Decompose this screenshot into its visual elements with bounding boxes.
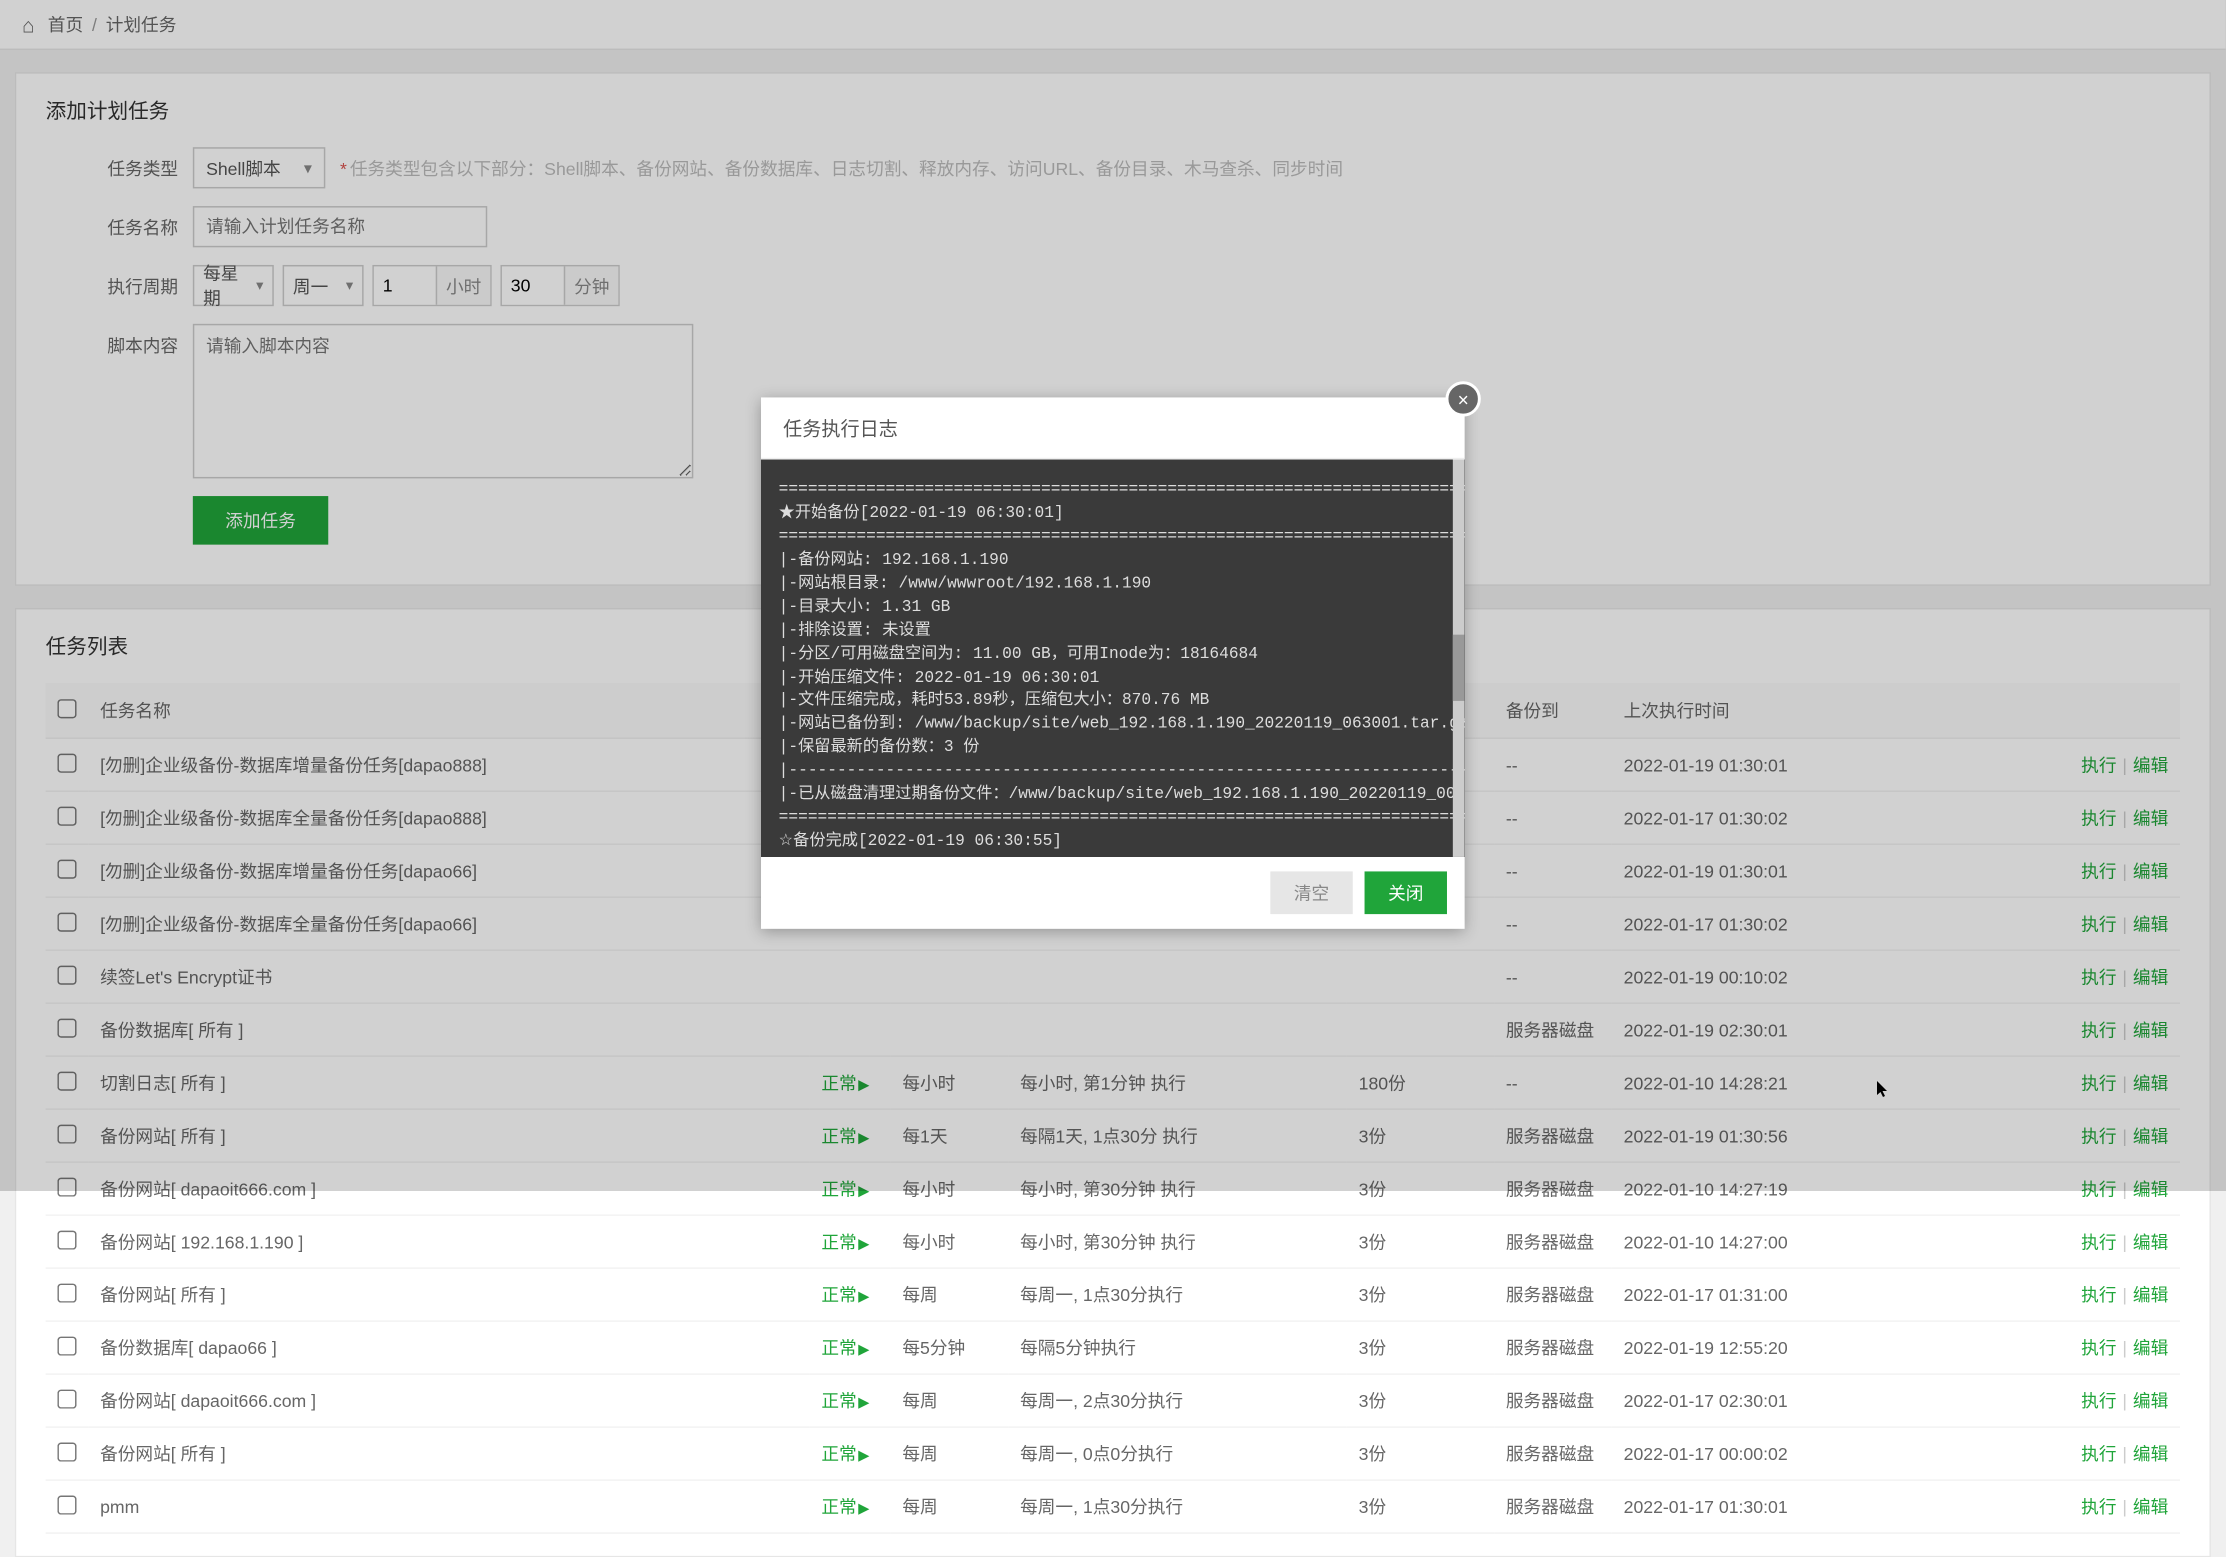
row-cycle: 每周 (891, 1480, 1009, 1533)
clear-log-button[interactable]: 清空 (1270, 871, 1352, 914)
row-checkbox[interactable] (57, 1230, 76, 1249)
row-status[interactable]: 正常 (810, 1215, 891, 1268)
edit-link[interactable]: 编辑 (2133, 1285, 2168, 1306)
row-backup-to: 服务器磁盘 (1494, 1321, 1612, 1374)
close-modal-button[interactable]: 关闭 (1365, 871, 1447, 914)
exec-link[interactable]: 执行 (2081, 1497, 2116, 1518)
row-status[interactable]: 正常 (810, 1374, 891, 1427)
table-row: 备份网站[ 所有 ]正常每周每周一, 0点0分执行3份服务器磁盘2022-01-… (46, 1427, 2180, 1480)
table-row: 备份网站[ 所有 ]正常每周每周一, 1点30分执行3份服务器磁盘2022-01… (46, 1268, 2180, 1321)
row-name: 备份网站[ 192.168.1.190 ] (88, 1215, 809, 1268)
row-actions: 执行|编辑 (1969, 1374, 2180, 1427)
row-keep: 3份 (1347, 1427, 1494, 1480)
row-last-exec: 2022-01-17 02:30:01 (1612, 1374, 1969, 1427)
row-last-exec: 2022-01-17 01:30:01 (1612, 1480, 1969, 1533)
row-keep: 3份 (1347, 1321, 1494, 1374)
row-keep: 3份 (1347, 1480, 1494, 1533)
row-last-exec: 2022-01-10 14:27:00 (1612, 1215, 1969, 1268)
table-row: pmm正常每周每周一, 1点30分执行3份服务器磁盘2022-01-17 01:… (46, 1480, 2180, 1533)
row-cycle: 每周 (891, 1268, 1009, 1321)
row-cycle: 每周 (891, 1427, 1009, 1480)
row-checkbox[interactable] (57, 1495, 76, 1514)
row-actions: 执行|编辑 (1969, 1215, 2180, 1268)
row-backup-to: 服务器磁盘 (1494, 1480, 1612, 1533)
row-cycle-desc: 每周一, 1点30分执行 (1008, 1480, 1347, 1533)
row-status[interactable]: 正常 (810, 1321, 891, 1374)
row-status[interactable]: 正常 (810, 1427, 891, 1480)
row-name: 备份数据库[ dapao66 ] (88, 1321, 809, 1374)
row-name: 备份网站[ 所有 ] (88, 1268, 809, 1321)
row-actions: 执行|编辑 (1969, 1480, 2180, 1533)
row-cycle: 每周 (891, 1374, 1009, 1427)
edit-link[interactable]: 编辑 (2133, 1444, 2168, 1465)
row-checkbox[interactable] (57, 1336, 76, 1355)
table-row: 备份数据库[ dapao66 ]正常每5分钟每隔5分钟执行3份服务器磁盘2022… (46, 1321, 2180, 1374)
exec-link[interactable]: 执行 (2081, 1444, 2116, 1465)
row-actions: 执行|编辑 (1969, 1321, 2180, 1374)
row-actions: 执行|编辑 (1969, 1427, 2180, 1480)
row-cycle-desc: 每周一, 2点30分执行 (1008, 1374, 1347, 1427)
edit-link[interactable]: 编辑 (2133, 1497, 2168, 1518)
row-checkbox[interactable] (57, 1283, 76, 1302)
row-status[interactable]: 正常 (810, 1268, 891, 1321)
exec-link[interactable]: 执行 (2081, 1232, 2116, 1253)
exec-link[interactable]: 执行 (2081, 1338, 2116, 1359)
row-checkbox[interactable] (57, 1389, 76, 1408)
row-last-exec: 2022-01-17 00:00:02 (1612, 1427, 1969, 1480)
edit-link[interactable]: 编辑 (2133, 1391, 2168, 1412)
log-content: ========================================… (761, 459, 1465, 856)
row-keep: 3份 (1347, 1215, 1494, 1268)
row-status[interactable]: 正常 (810, 1480, 891, 1533)
modal-title: 任务执行日志 (761, 397, 1465, 459)
row-name: 备份网站[ dapaoit666.com ] (88, 1374, 809, 1427)
row-cycle-desc: 每周一, 0点0分执行 (1008, 1427, 1347, 1480)
row-last-exec: 2022-01-17 01:31:00 (1612, 1268, 1969, 1321)
row-cycle-desc: 每隔5分钟执行 (1008, 1321, 1347, 1374)
row-cycle: 每小时 (891, 1215, 1009, 1268)
exec-link[interactable]: 执行 (2081, 1285, 2116, 1306)
row-keep: 3份 (1347, 1374, 1494, 1427)
edit-link[interactable]: 编辑 (2133, 1232, 2168, 1253)
row-actions: 执行|编辑 (1969, 1268, 2180, 1321)
exec-link[interactable]: 执行 (2081, 1391, 2116, 1412)
row-checkbox[interactable] (57, 1442, 76, 1461)
row-backup-to: 服务器磁盘 (1494, 1268, 1612, 1321)
log-modal: × 任务执行日志 ===============================… (761, 397, 1465, 928)
log-scrollbar[interactable] (1453, 459, 1465, 856)
table-row: 备份网站[ dapaoit666.com ]正常每周每周一, 2点30分执行3份… (46, 1374, 2180, 1427)
row-keep: 3份 (1347, 1268, 1494, 1321)
row-cycle-desc: 每小时, 第30分钟 执行 (1008, 1215, 1347, 1268)
row-name: pmm (88, 1480, 809, 1533)
row-cycle-desc: 每周一, 1点30分执行 (1008, 1268, 1347, 1321)
modal-close-button[interactable]: × (1446, 381, 1481, 416)
row-cycle: 每5分钟 (891, 1321, 1009, 1374)
row-backup-to: 服务器磁盘 (1494, 1427, 1612, 1480)
table-row: 备份网站[ 192.168.1.190 ]正常每小时每小时, 第30分钟 执行3… (46, 1215, 2180, 1268)
row-backup-to: 服务器磁盘 (1494, 1215, 1612, 1268)
edit-link[interactable]: 编辑 (2133, 1338, 2168, 1359)
row-backup-to: 服务器磁盘 (1494, 1374, 1612, 1427)
row-name: 备份网站[ 所有 ] (88, 1427, 809, 1480)
row-last-exec: 2022-01-19 12:55:20 (1612, 1321, 1969, 1374)
